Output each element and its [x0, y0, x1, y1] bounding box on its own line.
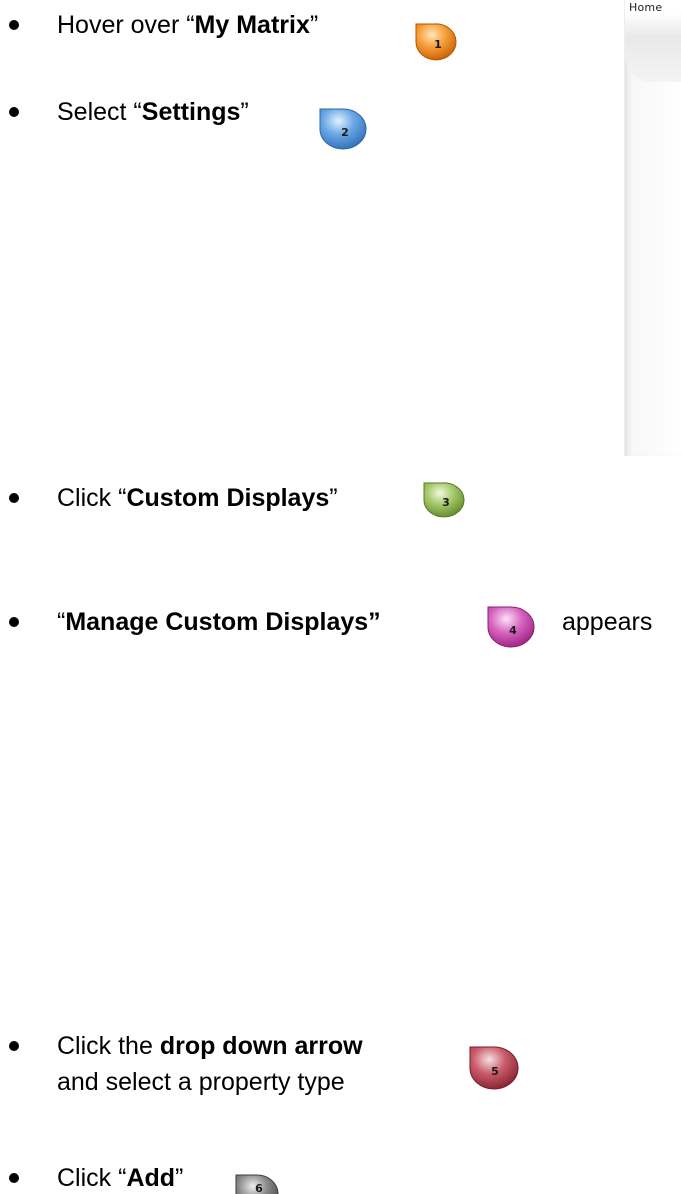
step-6-bold: Add [126, 1164, 176, 1192]
bullet-icon [9, 617, 19, 627]
step-5-line2: and select a property type [57, 1068, 345, 1096]
svg-text:2: 2 [341, 126, 349, 139]
step-6-badge: 6 [234, 1172, 282, 1194]
svg-text:5: 5 [491, 1065, 499, 1078]
svg-text:6: 6 [255, 1182, 263, 1194]
step-5-badge: 5 [468, 1044, 519, 1090]
step-5: Click the drop down arrow and select a p… [0, 1030, 640, 1102]
step-4-badge: 4 [486, 604, 535, 648]
bullet-icon [9, 1173, 19, 1183]
step-1-bold: My Matrix [194, 11, 310, 39]
screenshot-fragment: Home [624, 0, 681, 456]
bullet-icon [9, 1041, 19, 1051]
step-6-text: Click “Add” [57, 1164, 184, 1192]
svg-text:3: 3 [442, 496, 450, 509]
bullet-icon [9, 20, 19, 30]
step-4-bold: Manage Custom Displays” [65, 608, 381, 636]
svg-text:4: 4 [509, 624, 517, 637]
step-1-badge: 1 [414, 21, 462, 63]
bullet-icon [9, 493, 19, 503]
step-3-badge: 3 [422, 480, 470, 522]
step-3-text: Click “Custom Displays” [57, 484, 338, 512]
step-3-bold: Custom Displays [126, 484, 330, 512]
bullet-icon [9, 107, 19, 117]
svg-text:1: 1 [434, 38, 442, 51]
step-2-badge: 2 [318, 106, 367, 150]
step-5-text: Click the drop down arrow [57, 1032, 363, 1060]
step-4-after-text: appears [562, 608, 653, 636]
step-1-text: Hover over “My Matrix” [57, 11, 319, 39]
step-5-bold: drop down arrow [159, 1032, 363, 1060]
step-2-bold: Settings [141, 98, 241, 126]
step-2-text: Select “Settings” [57, 98, 249, 126]
step-4-text: “Manage Custom Displays” [57, 608, 381, 636]
home-nav-label: Home [629, 1, 663, 14]
